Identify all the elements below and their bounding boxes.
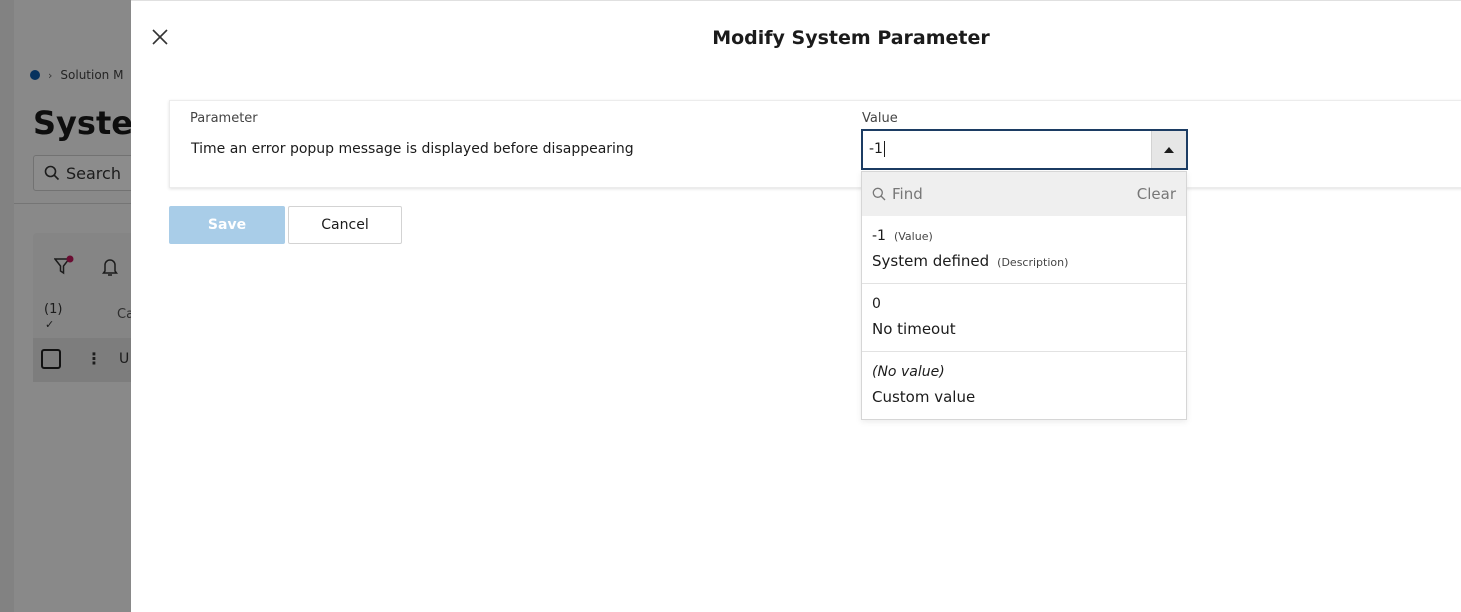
save-button[interactable]: Save: [169, 206, 285, 244]
dialog-title: Modify System Parameter: [712, 27, 990, 49]
value-dropdown: Find Clear -1 (Value) System defined (Desc…: [861, 171, 1187, 420]
dropdown-option[interactable]: (No value) Custom value: [862, 352, 1186, 420]
option-description: System defined: [872, 252, 990, 270]
find-input[interactable]: Find: [892, 185, 1137, 203]
option-value-hint: (Value): [893, 230, 933, 243]
find-bar[interactable]: Find Clear: [862, 172, 1186, 216]
value-text: -1: [869, 141, 883, 157]
dropdown-option[interactable]: 0 No timeout: [862, 284, 1186, 352]
caret-up-icon: [1164, 146, 1174, 153]
modify-parameter-dialog: Modify System Parameter Parameter Time a…: [131, 0, 1461, 612]
clear-button[interactable]: Clear: [1137, 185, 1176, 203]
option-value: 0: [872, 296, 881, 312]
option-description-hint: (Description): [997, 256, 1069, 269]
search-icon: [872, 187, 886, 201]
option-description: Custom value: [872, 388, 976, 406]
dropdown-toggle-button[interactable]: [1151, 131, 1186, 168]
parameter-row: Parameter Time an error popup message is…: [169, 100, 1461, 188]
option-description: No timeout: [872, 320, 956, 338]
cancel-button[interactable]: Cancel: [288, 206, 402, 244]
value-combobox[interactable]: -1: [861, 129, 1188, 170]
text-caret: [883, 141, 885, 157]
value-label: Value: [862, 111, 898, 126]
option-value: (No value): [872, 364, 945, 380]
dropdown-option[interactable]: -1 (Value) System defined (Description): [862, 216, 1186, 284]
parameter-text: Time an error popup message is displayed…: [191, 141, 634, 157]
value-input[interactable]: -1: [863, 131, 1151, 168]
option-value: -1: [872, 228, 886, 244]
parameter-label: Parameter: [190, 111, 258, 126]
